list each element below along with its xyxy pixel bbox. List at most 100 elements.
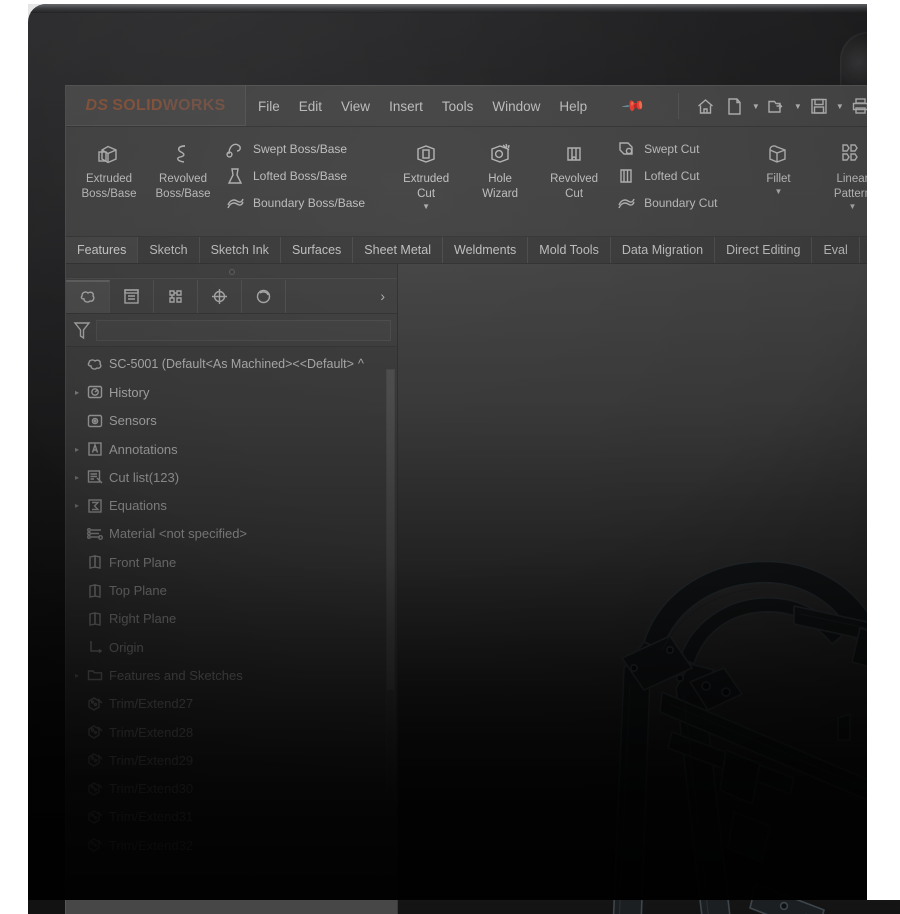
tab-surfaces[interactable]: Surfaces <box>281 237 354 263</box>
fillet-label: Fillet <box>766 173 791 185</box>
laptop-chassis: DS SOLIDWORKS File Edit View Insert Tools… <box>28 4 900 914</box>
tree-caret-equations[interactable]: ▸ <box>70 501 84 510</box>
tab-mold-tools[interactable]: Mold Tools <box>528 237 611 263</box>
new-document-icon[interactable] <box>722 93 748 119</box>
tree-item-cut-list[interactable]: ▸ Cut list(123) <box>66 463 397 491</box>
lofted-boss-base-label: Lofted Boss/Base <box>253 169 348 183</box>
lofted-boss-base-button[interactable]: Lofted Boss/Base <box>220 164 369 188</box>
extruded-cut-dropdown-icon[interactable]: ▼ <box>422 202 430 211</box>
menu-view[interactable]: View <box>341 99 370 114</box>
tree-item-trim-extend-32[interactable]: Trim/Extend32 <box>66 831 397 859</box>
tree-item-root[interactable]: SC-5001 (Default<As Machined><<Default> … <box>66 350 397 378</box>
solidworks-logo[interactable]: DS SOLIDWORKS <box>66 86 246 126</box>
fillet-button[interactable]: Fillet ▼ <box>741 133 815 196</box>
boundary-cut-button[interactable]: Boundary Cut <box>611 191 721 215</box>
property-manager-tab[interactable] <box>110 279 154 313</box>
menu-help[interactable]: Help <box>559 99 587 114</box>
tree-caret-cut-list[interactable]: ▸ <box>70 473 84 482</box>
menu-edit[interactable]: Edit <box>299 99 322 114</box>
new-document-caret[interactable]: ▼ <box>751 102 761 111</box>
tab-sheet-metal[interactable]: Sheet Metal <box>353 237 443 263</box>
menu-insert[interactable]: Insert <box>389 99 423 114</box>
tree-item-trim-extend-28[interactable]: Trim/Extend28 <box>66 718 397 746</box>
tab-weldments[interactable]: Weldments <box>443 237 529 263</box>
display-manager-tab[interactable] <box>242 279 286 313</box>
boundary-cut-icon <box>615 192 637 214</box>
save-icon[interactable] <box>806 93 832 119</box>
tree-caret-annotations[interactable]: ▸ <box>70 445 84 454</box>
tree-item-material[interactable]: Material <not specified> <box>66 520 397 548</box>
tree-item-annotations[interactable]: ▸ Annotations <box>66 435 397 463</box>
swept-cut-button[interactable]: Swept Cut <box>611 137 721 161</box>
tab-direct-editing[interactable]: Direct Editing <box>715 237 813 263</box>
pushpin-icon[interactable]: 📌 <box>621 93 647 119</box>
page-margin-right <box>867 0 900 900</box>
open-folder-caret[interactable]: ▼ <box>793 102 803 111</box>
tree-item-trim-extend-31[interactable]: Trim/Extend31 <box>66 803 397 831</box>
logo-ds: DS <box>85 96 109 114</box>
tab-features[interactable]: Features <box>66 237 139 263</box>
tab-sketch[interactable]: Sketch <box>138 237 200 263</box>
tree-item-trim-extend-29-label: Trim/Extend29 <box>109 752 194 768</box>
tree-item-front-plane[interactable]: Front Plane <box>66 548 397 576</box>
open-folder-icon[interactable] <box>764 93 790 119</box>
swept-boss-base-button[interactable]: Swept Boss/Base <box>220 137 369 161</box>
logo-solid: SOLID <box>112 96 163 114</box>
tree-item-sensors[interactable]: Sensors <box>66 407 397 435</box>
tree-item-equations[interactable]: ▸ Equations <box>66 491 397 519</box>
extruded-cut-button[interactable]: Extruded Cut ▼ <box>389 133 463 211</box>
hole-wizard-icon <box>487 137 513 171</box>
tree-item-right-plane[interactable]: Right Plane <box>66 605 397 633</box>
scrollbar-thumb[interactable] <box>387 370 394 690</box>
panel-splitter[interactable] <box>66 264 397 278</box>
feature-tree[interactable]: SC-5001 (Default<As Machined><<Default> … <box>66 347 397 914</box>
menu-file[interactable]: File <box>258 99 280 114</box>
tree-caret-history[interactable]: ▸ <box>70 388 84 397</box>
feature-tree-scrollbar[interactable] <box>386 369 395 799</box>
configuration-manager-tab[interactable] <box>154 279 198 313</box>
home-icon[interactable] <box>693 93 719 119</box>
tree-item-trim-extend-29[interactable]: Trim/Extend29 <box>66 746 397 774</box>
trim-extend-icon <box>84 807 106 827</box>
tree-collapse-mark[interactable]: ^ <box>358 357 364 371</box>
tree-caret-features-sketches[interactable]: ▸ <box>70 671 84 680</box>
save-caret[interactable]: ▼ <box>835 102 845 111</box>
tree-item-trim-extend-27[interactable]: Trim/Extend27 <box>66 690 397 718</box>
menu-tools[interactable]: Tools <box>442 99 474 114</box>
hole-wizard-button[interactable]: Hole Wizard <box>463 133 537 201</box>
logo-works: WORKS <box>162 96 226 114</box>
tab-sketch-ink[interactable]: Sketch Ink <box>200 237 281 263</box>
graphics-viewport[interactable] <box>398 264 900 914</box>
tree-item-origin[interactable]: Origin <box>66 633 397 661</box>
feature-filter-input[interactable] <box>96 319 391 341</box>
dimxpert-manager-tab[interactable] <box>198 279 242 313</box>
trim-extend-icon <box>84 750 106 770</box>
tree-item-features-sketches[interactable]: ▸ Features and Sketches <box>66 661 397 689</box>
linear-pattern-dropdown-icon[interactable]: ▼ <box>849 202 857 211</box>
feature-manager-tab[interactable] <box>66 279 110 313</box>
revolved-cut-label-1: Revolved <box>550 173 599 185</box>
extruded-boss-base-button[interactable]: Extruded Boss/Base <box>72 133 146 201</box>
revolved-cut-button[interactable]: Revolved Cut <box>537 133 611 201</box>
extruded-boss-base-label-2: Boss/Base <box>81 188 137 200</box>
plane-icon <box>84 552 106 572</box>
swept-cut-label: Swept Cut <box>644 142 700 156</box>
swept-boss-icon <box>224 138 246 160</box>
tree-item-top-plane[interactable]: Top Plane <box>66 576 397 604</box>
tree-item-trim-extend-30[interactable]: Trim/Extend30 <box>66 774 397 802</box>
chevron-right-icon[interactable]: › <box>380 288 397 304</box>
ribbon-tab-bar: Features Sketch Sketch Ink Surfaces Shee… <box>66 237 900 264</box>
linear-pattern-icon <box>838 137 866 171</box>
boundary-boss-base-button[interactable]: Boundary Boss/Base <box>220 191 369 215</box>
filter-funnel-icon[interactable] <box>72 319 92 341</box>
weldment-frame-model[interactable] <box>494 482 900 914</box>
tab-evaluate[interactable]: Eval <box>812 237 860 263</box>
plane-icon <box>84 581 106 601</box>
revolved-boss-base-button[interactable]: Revolved Boss/Base <box>146 133 220 201</box>
tab-data-migration[interactable]: Data Migration <box>611 237 716 263</box>
menu-window[interactable]: Window <box>492 99 540 114</box>
tree-item-history[interactable]: ▸ History <box>66 378 397 406</box>
menu-bar: DS SOLIDWORKS File Edit View Insert Tools… <box>66 86 900 127</box>
fillet-dropdown-icon[interactable]: ▼ <box>775 187 783 196</box>
lofted-cut-button[interactable]: Lofted Cut <box>611 164 721 188</box>
